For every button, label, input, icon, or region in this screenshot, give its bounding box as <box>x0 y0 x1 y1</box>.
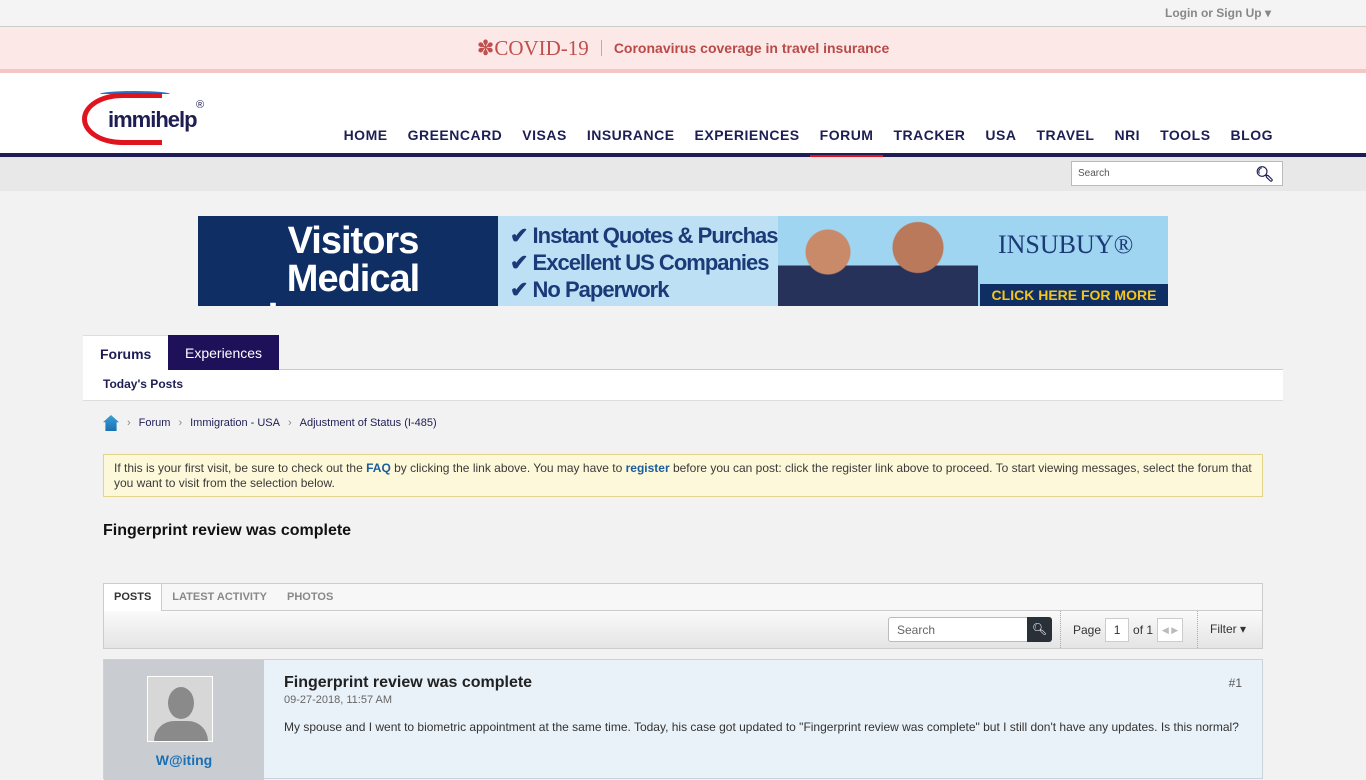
chevron-right-icon: › <box>178 417 183 429</box>
ad-point: ✔ Instant Quotes & Purchase <box>510 223 790 248</box>
nav-tracker[interactable]: TRACKER <box>883 127 975 157</box>
ad-point: ✔ No Paperwork <box>510 277 669 302</box>
post-title: Fingerprint review was complete <box>284 674 533 691</box>
nav-forum[interactable]: FORUM <box>809 127 884 159</box>
prev-next-arrows[interactable]: ◀ ▶ <box>1157 617 1184 642</box>
ad-cta-button[interactable]: CLICK HERE FOR MORE <box>980 284 1168 306</box>
breadcrumb-immigration-usa[interactable]: Immigration - USA <box>190 417 280 429</box>
faq-link[interactable]: FAQ <box>366 461 391 475</box>
first-visit-notice: If this is your first visit, be sure to … <box>103 454 1263 497</box>
todays-posts-link[interactable]: Today's Posts <box>103 377 183 391</box>
nav-visas[interactable]: VISAS <box>512 127 577 157</box>
avatar[interactable] <box>147 676 213 742</box>
notice-text: by clicking the link above. You may have… <box>390 461 626 475</box>
tab-latest-activity[interactable]: LATEST ACTIVITY <box>162 584 277 610</box>
nav-tools[interactable]: TOOLS <box>1150 127 1220 157</box>
avatar-head <box>168 687 194 719</box>
ad-point: ✔ Excellent US Companies <box>510 250 770 275</box>
logo-text: immihelp <box>108 107 198 132</box>
post-body: Fingerprint review was complete 09-27-20… <box>284 674 1242 735</box>
author-name[interactable]: W@iting <box>104 752 264 768</box>
nav-greencard[interactable]: GREENCARD <box>398 127 513 157</box>
breadcrumb-adjustment-of-status[interactable]: Adjustment of Status (I-485) <box>300 417 437 429</box>
search-placeholder: Search <box>1078 168 1110 179</box>
thread-search-input[interactable]: Search <box>888 617 1028 642</box>
page-title: Fingerprint review was complete <box>103 522 352 539</box>
nav-home[interactable]: HOME <box>334 127 398 157</box>
insurance-ad-banner[interactable]: VisitorsMedical Insurance ✔ Instant Quot… <box>198 216 1168 306</box>
immihelp-logo[interactable]: immihelp ® <box>82 85 212 145</box>
filter-dropdown[interactable]: Filter ▾ <box>1197 611 1246 648</box>
tab-posts[interactable]: POSTS <box>104 584 163 612</box>
site-search-input[interactable]: Search 🔍︎ <box>1071 161 1283 186</box>
post-text: My spouse and I went to biometric appoin… <box>284 720 1239 734</box>
home-icon[interactable] <box>103 415 119 431</box>
chevron-right-icon: › <box>127 417 131 429</box>
chevron-right-icon[interactable]: ▶ <box>1171 625 1178 635</box>
posts-panel: POSTS LATEST ACTIVITY PHOTOS Search 🔍︎ P… <box>103 583 1263 649</box>
divider <box>600 40 602 56</box>
ad-photo <box>778 216 978 306</box>
ad-brand: INSUBUY® <box>998 230 1134 259</box>
chevron-right-icon: › <box>287 417 292 429</box>
page-total: of 1 <box>1133 622 1154 637</box>
panel-tabs: POSTS LATEST ACTIVITY PHOTOS <box>104 584 1262 612</box>
nav-experiences[interactable]: EXPERIENCES <box>685 127 810 157</box>
pagination: Page 1 of 1 ◀ ▶ <box>1060 611 1184 648</box>
covid-link[interactable]: Coronavirus coverage in travel insurance <box>614 40 889 56</box>
forum-tabs: Forums Experiences Today's Posts <box>83 335 1283 401</box>
breadcrumb-forum[interactable]: Forum <box>139 417 171 429</box>
post-item: W@iting Fingerprint review was complete … <box>103 659 1263 780</box>
posts-toolbar: Search 🔍︎ Page 1 of 1 ◀ ▶ Filter ▾ <box>104 611 1262 648</box>
post-author: W@iting <box>104 660 264 780</box>
nav-nri[interactable]: NRI <box>1104 127 1150 157</box>
page-label: Page <box>1073 622 1102 637</box>
nav-blog[interactable]: BLOG <box>1221 127 1283 157</box>
ad-headline-1: Visitors <box>287 220 420 262</box>
ad-points: ✔ Instant Quotes & Purchase ✔ Excellent … <box>510 222 790 303</box>
nav-usa[interactable]: USA <box>975 127 1026 157</box>
avatar-body <box>154 721 208 741</box>
search-button[interactable]: 🔍︎ <box>1027 617 1052 642</box>
logo-registered: ® <box>196 99 205 111</box>
main-nav: HOME GREENCARD VISAS INSURANCE EXPERIENC… <box>334 127 1283 159</box>
search-icon: 🔍︎ <box>1031 622 1048 636</box>
covid-banner[interactable]: ✽COVID-19 Coronavirus coverage in travel… <box>0 27 1366 73</box>
notice-text: If this is your first visit, be sure to … <box>114 461 367 475</box>
search-icon[interactable]: 🔍︎ <box>1255 165 1274 183</box>
nav-insurance[interactable]: INSURANCE <box>577 127 685 157</box>
site-header: immihelp ® HOME GREENCARD VISAS INSURANC… <box>0 73 1366 159</box>
chevron-left-icon[interactable]: ◀ <box>1162 625 1169 635</box>
tab-forums[interactable]: Forums <box>83 335 169 371</box>
search-bar: Search 🔍︎ <box>0 157 1366 191</box>
breadcrumb: › Forum › Immigration - USA › Adjustment… <box>103 415 437 431</box>
register-link[interactable]: register <box>626 461 670 475</box>
tab-photos[interactable]: PHOTOS <box>277 584 343 610</box>
top-bar: Login or Sign Up ▾ <box>0 0 1366 27</box>
covid-title: ✽COVID-19 <box>476 35 589 60</box>
ad-headline: VisitorsMedical Insurance <box>208 222 498 306</box>
login-signup-link[interactable]: Login or Sign Up ▾ <box>1165 6 1271 20</box>
post-date: 09-27-2018, 11:57 AM <box>284 694 393 706</box>
page-input[interactable]: 1 <box>1105 617 1130 642</box>
post-number[interactable]: #1 <box>1229 676 1242 690</box>
ad-headline-2: Medical Insurance <box>268 258 440 306</box>
tab-experiences[interactable]: Experiences <box>168 335 280 370</box>
nav-travel[interactable]: TRAVEL <box>1026 127 1104 157</box>
